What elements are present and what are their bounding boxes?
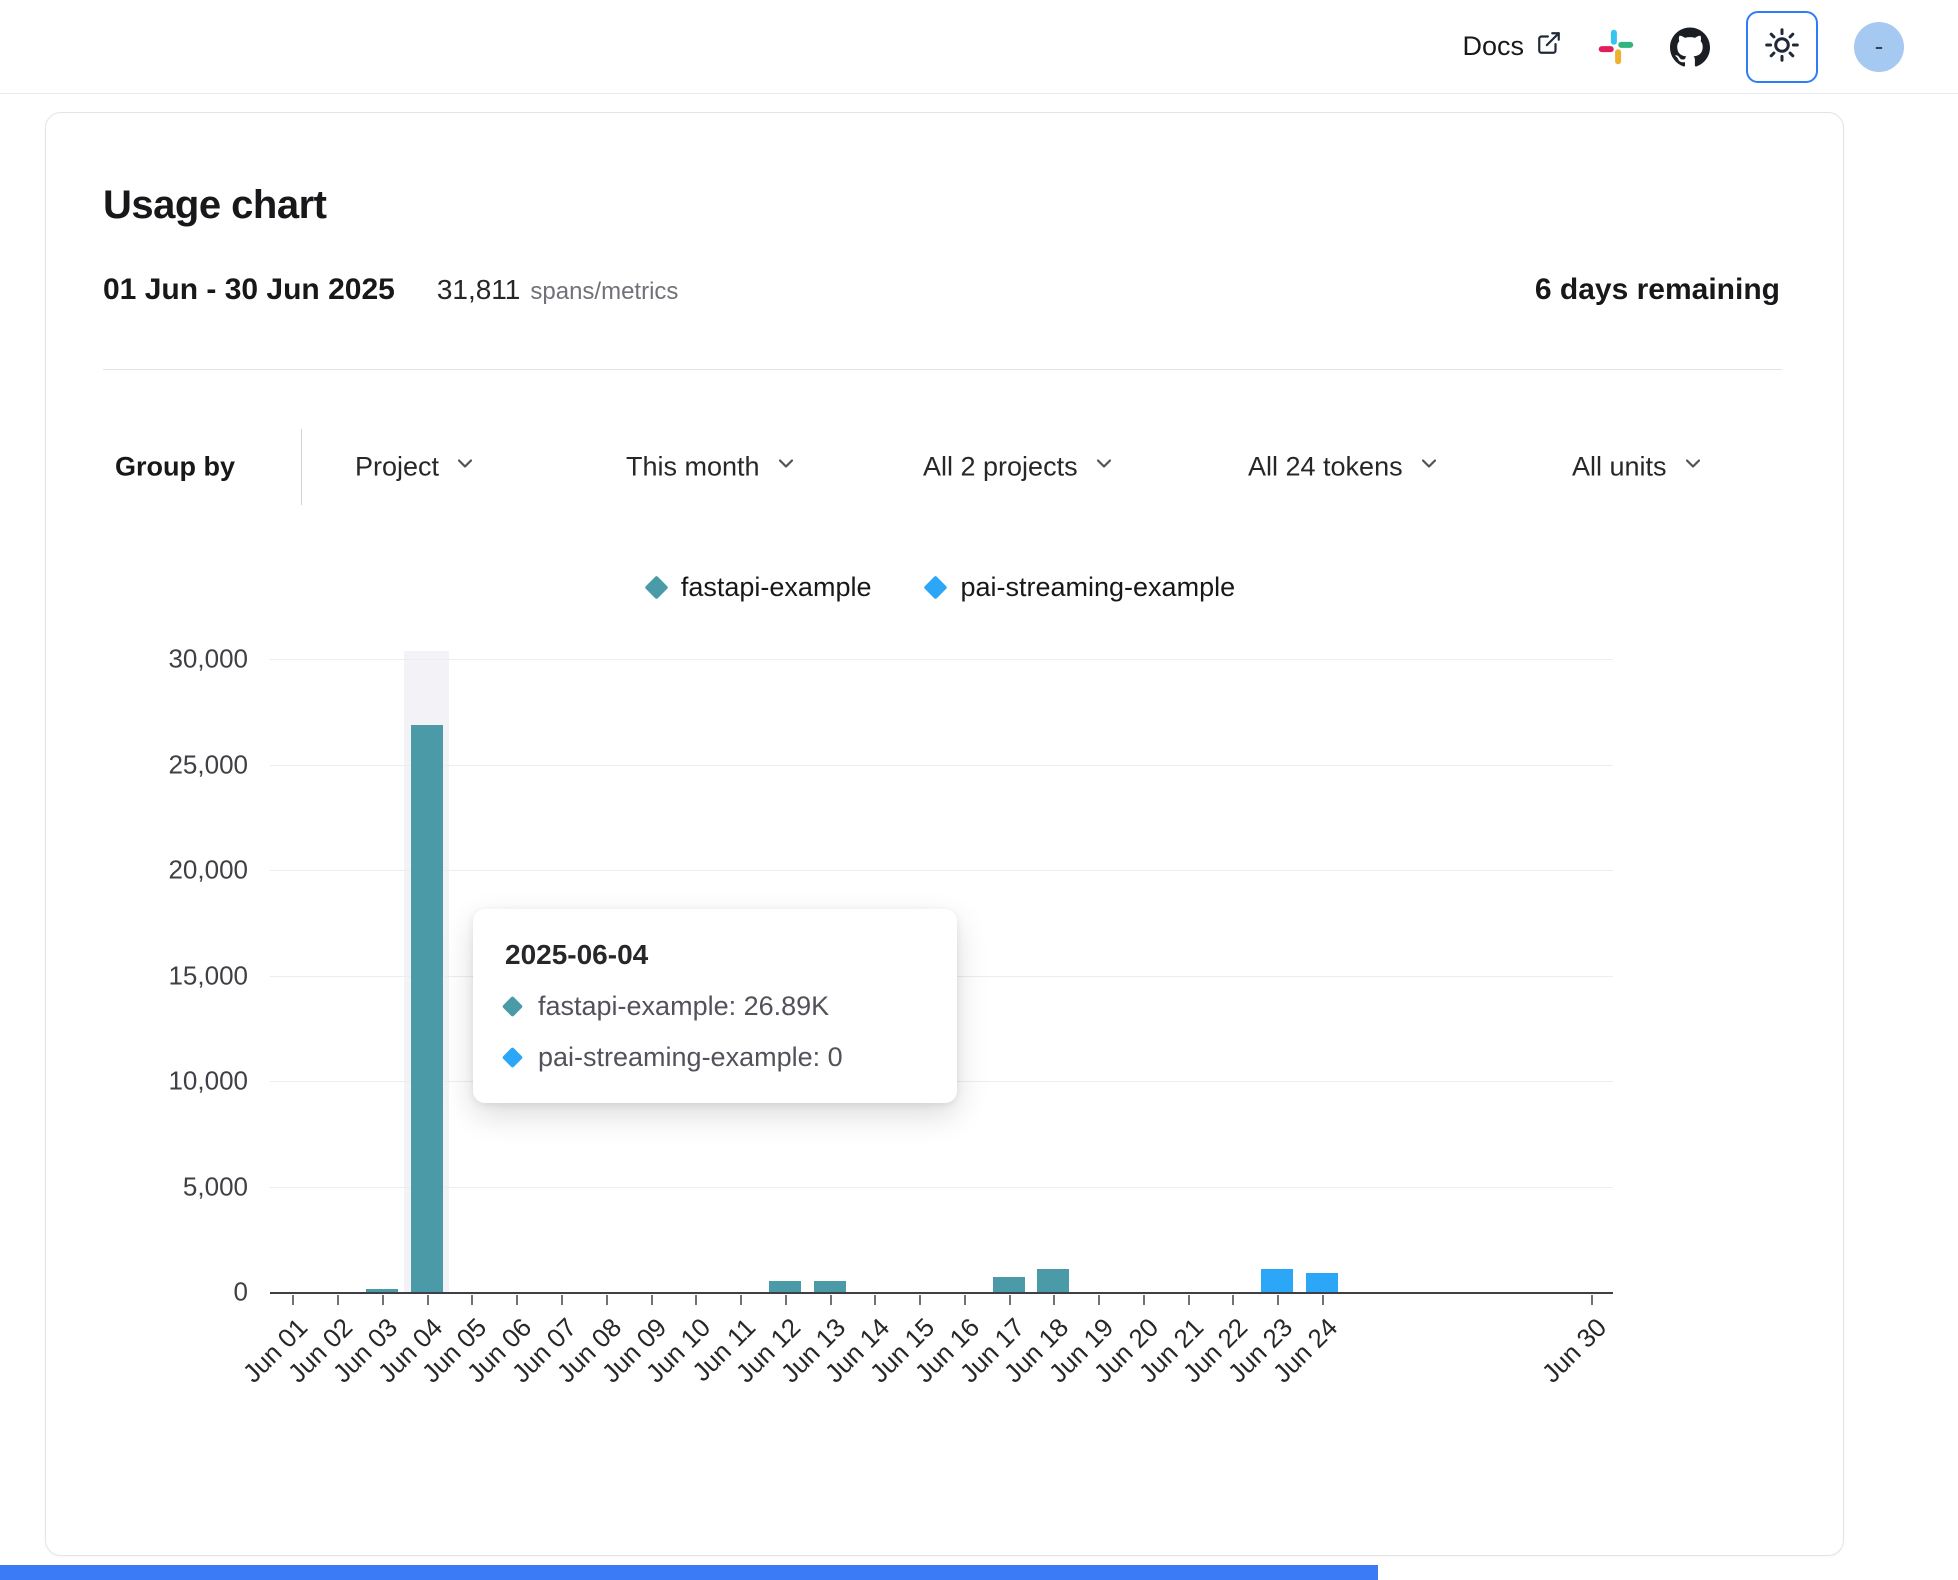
gridline: [270, 765, 1613, 766]
x-axis-tick: [471, 1295, 473, 1305]
filter-label: All units: [1572, 452, 1667, 483]
date-range: 01 Jun - 30 Jun 2025: [103, 273, 395, 307]
usage-card: Usage chart 01 Jun - 30 Jun 2025 31,811 …: [45, 112, 1844, 1556]
chevron-down-icon: [453, 452, 477, 483]
bar-fastapi-example-Jun-17[interactable]: [993, 1277, 1025, 1292]
y-axis-tick-label: 25,000: [168, 749, 248, 780]
bar-pai-streaming-example-Jun-24[interactable]: [1306, 1273, 1338, 1292]
theme-toggle-button[interactable]: [1746, 11, 1818, 83]
x-axis-tick: [1322, 1295, 1324, 1305]
tooltip-row: fastapi-example: 26.89K: [505, 991, 925, 1022]
x-axis-tick: [1098, 1295, 1100, 1305]
filter-group-by-project[interactable]: Project: [355, 452, 477, 483]
sun-icon: [1764, 27, 1800, 66]
x-axis-tick: [292, 1295, 294, 1305]
bar-fastapi-example-Jun-18[interactable]: [1037, 1269, 1069, 1292]
filter-label: Project: [355, 452, 439, 483]
x-axis-tick: [606, 1295, 608, 1305]
x-axis-tick: [740, 1295, 742, 1305]
series-diamond-icon: [924, 575, 948, 599]
y-axis-tick-label: 5,000: [183, 1171, 248, 1202]
filter-units[interactable]: All units: [1572, 452, 1705, 483]
chart-legend: fastapi-example pai-streaming-example: [270, 569, 1613, 605]
x-axis-tick: [1277, 1295, 1279, 1305]
legend-label: pai-streaming-example: [960, 572, 1235, 603]
legend-item-pai-streaming-example[interactable]: pai-streaming-example: [927, 572, 1235, 603]
x-axis-tick: [1188, 1295, 1190, 1305]
vertical-divider: [301, 429, 302, 505]
chevron-down-icon: [1417, 452, 1441, 483]
filter-label: All 24 tokens: [1248, 452, 1403, 483]
filter-label: This month: [626, 452, 760, 483]
divider: [103, 369, 1782, 370]
x-axis-tick: [516, 1295, 518, 1305]
x-axis-tick: [830, 1295, 832, 1305]
chevron-down-icon: [1681, 452, 1705, 483]
x-axis-tick: [1591, 1295, 1593, 1305]
page-title: Usage chart: [103, 183, 326, 228]
series-diamond-icon: [644, 575, 668, 599]
total-unit: spans/metrics: [530, 278, 678, 306]
x-axis-tick-label: Jun 30: [1535, 1312, 1612, 1389]
avatar-label: -: [1875, 31, 1884, 62]
x-axis-tick: [695, 1295, 697, 1305]
total-count: 31,811: [437, 274, 521, 306]
chevron-down-icon: [774, 452, 798, 483]
gridline: [270, 870, 1613, 871]
legend-label: fastapi-example: [681, 572, 872, 603]
tooltip-title: 2025-06-04: [505, 939, 925, 971]
x-axis-tick: [382, 1295, 384, 1305]
y-axis-tick-label: 20,000: [168, 855, 248, 886]
slack-icon[interactable]: [1598, 29, 1634, 65]
x-axis-tick: [919, 1295, 921, 1305]
x-axis-tick: [1053, 1295, 1055, 1305]
x-axis-tick: [874, 1295, 876, 1305]
filter-tokens[interactable]: All 24 tokens: [1248, 452, 1441, 483]
y-axis-tick-label: 15,000: [168, 960, 248, 991]
x-axis-tick: [1009, 1295, 1011, 1305]
docs-link-label: Docs: [1462, 31, 1524, 62]
filter-projects[interactable]: All 2 projects: [923, 452, 1116, 483]
y-axis-tick-label: 0: [234, 1277, 248, 1308]
filter-label: All 2 projects: [923, 452, 1078, 483]
x-axis-tick: [427, 1295, 429, 1305]
chart-tooltip: 2025-06-04 fastapi-example: 26.89K pai-s…: [473, 909, 957, 1103]
avatar[interactable]: -: [1854, 22, 1904, 72]
x-axis-tick: [337, 1295, 339, 1305]
tooltip-row-label: fastapi-example: 26.89K: [538, 991, 829, 1022]
tooltip-row: pai-streaming-example: 0: [505, 1042, 925, 1073]
gridline: [270, 659, 1613, 660]
y-axis-tick-label: 30,000: [168, 644, 248, 675]
group-by-label: Group by: [115, 452, 235, 483]
chevron-down-icon: [1092, 452, 1116, 483]
top-bar: Docs: [0, 0, 1958, 94]
x-axis-tick: [651, 1295, 653, 1305]
y-axis-tick-label: 10,000: [168, 1066, 248, 1097]
bar-fastapi-example-Jun-13[interactable]: [814, 1281, 846, 1292]
filter-date-range[interactable]: This month: [626, 452, 798, 483]
github-icon[interactable]: [1670, 27, 1710, 67]
series-diamond-icon: [502, 996, 523, 1017]
x-axis-tick: [964, 1295, 966, 1305]
filters-row: Group by Project This month All 2 projec…: [46, 429, 1843, 505]
bar-fastapi-example-Jun-04[interactable]: [411, 725, 443, 1292]
bar-fastapi-example-Jun-03[interactable]: [366, 1289, 398, 1292]
bar-fastapi-example-Jun-12[interactable]: [769, 1281, 801, 1292]
x-axis-tick: [1232, 1295, 1234, 1305]
x-axis-tick: [1143, 1295, 1145, 1305]
bottom-strip: [0, 1565, 1378, 1580]
stats-row: 01 Jun - 30 Jun 2025 31,811 spans/metric…: [103, 273, 1780, 307]
series-diamond-icon: [502, 1047, 523, 1068]
tooltip-row-label: pai-streaming-example: 0: [538, 1042, 843, 1073]
gridline: [270, 1187, 1613, 1188]
days-remaining: 6 days remaining: [1535, 273, 1780, 307]
x-axis-tick: [561, 1295, 563, 1305]
docs-link[interactable]: Docs: [1462, 30, 1562, 63]
bar-pai-streaming-example-Jun-23[interactable]: [1261, 1269, 1293, 1292]
external-link-icon: [1536, 30, 1562, 63]
legend-item-fastapi-example[interactable]: fastapi-example: [648, 572, 872, 603]
x-axis-tick: [785, 1295, 787, 1305]
